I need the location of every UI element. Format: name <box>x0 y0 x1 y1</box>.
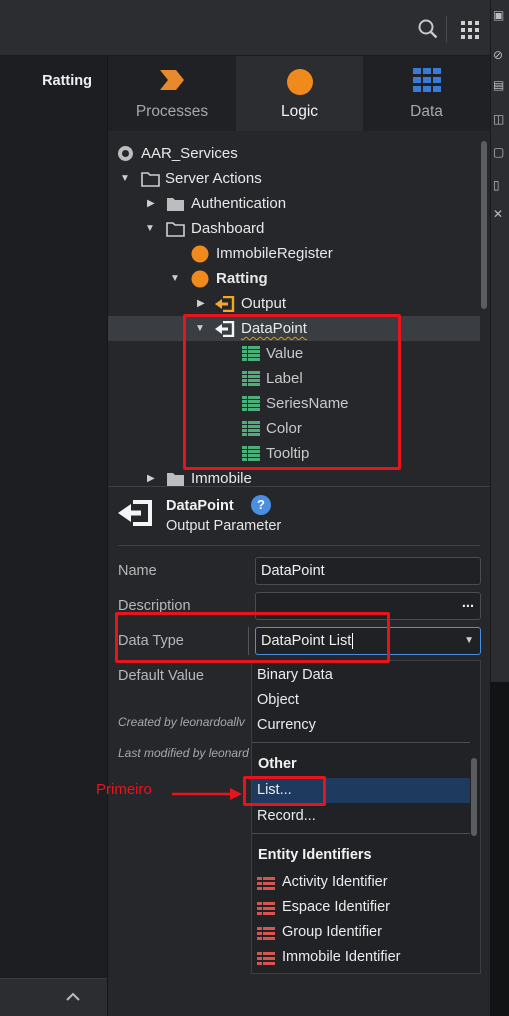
tree-item-immobileregister[interactable]: ImmobileRegister <box>108 241 480 266</box>
search-icon[interactable] <box>418 19 438 43</box>
chevron-down-icon[interactable]: ▼ <box>464 628 474 654</box>
toolbar-divider <box>446 16 447 42</box>
dropdown-separator <box>252 742 470 743</box>
tab-logic[interactable]: Logic <box>236 56 363 131</box>
close-icon[interactable]: ✕ <box>493 207 507 221</box>
description-expand-button[interactable]: ... <box>462 590 474 616</box>
entity-identifier-icon <box>257 900 275 925</box>
tab-logic-label: Logic <box>280 103 319 120</box>
modified-by-text: Last modified by leonard <box>118 746 249 760</box>
dropdown-option-list[interactable]: List... <box>252 778 470 803</box>
processes-icon <box>158 68 186 96</box>
tree-item-seriesname[interactable]: SeriesName <box>108 391 480 416</box>
data-icon <box>412 68 441 96</box>
layers-icon[interactable]: ◫ <box>493 112 507 126</box>
tree-scrollbar[interactable] <box>481 141 487 309</box>
tab-processes[interactable]: Processes <box>108 56 236 131</box>
name-field[interactable]: DataPoint <box>255 557 481 585</box>
grid-icon[interactable] <box>461 21 479 43</box>
doc-icon[interactable]: ▤ <box>493 78 507 92</box>
tree-item-label[interactable]: Label <box>108 366 480 391</box>
properties-title: DataPoint <box>166 498 234 514</box>
caret-right-icon[interactable]: ▶ <box>197 291 209 316</box>
tree-item-color[interactable]: Color <box>108 416 480 441</box>
properties-divider <box>118 545 480 546</box>
dropdown-scrollbar[interactable] <box>471 758 477 836</box>
entity-identifier-icon <box>257 875 275 900</box>
logic-tree: AAR_Services ▼ Server Actions ▶ Authenti… <box>108 141 490 487</box>
tree-item-authentication[interactable]: ▶ Authentication <box>108 191 480 216</box>
left-panel: Ratting <box>0 56 108 1016</box>
field-splitter <box>248 627 249 655</box>
left-panel-title: Ratting <box>42 73 92 89</box>
copy-icon[interactable]: ▯ <box>493 178 507 192</box>
datatype-label: Data Type <box>118 633 184 649</box>
tab-data[interactable]: Data <box>363 56 490 131</box>
description-label: Description <box>118 598 191 614</box>
caret-down-icon[interactable]: ▼ <box>120 166 132 191</box>
elements-pane: Processes Logic Data AAR_Services ▼ Serv… <box>108 56 490 1016</box>
tab-data-label: Data <box>410 103 443 120</box>
tab-processes-label: Processes <box>135 103 209 120</box>
dropdown-option[interactable]: Binary Data <box>252 663 470 688</box>
help-icon[interactable]: ? <box>251 495 271 515</box>
tree-item-output[interactable]: ▶ Output <box>108 291 480 316</box>
caret-right-icon[interactable]: ▶ <box>147 191 159 216</box>
logic-icon <box>286 68 314 100</box>
caret-down-icon[interactable]: ▼ <box>195 316 207 341</box>
entity-identifier-icon <box>257 925 275 950</box>
dropdown-option-record[interactable]: Record... <box>252 804 470 829</box>
dropdown-group-other: Other <box>258 756 297 772</box>
output-parameter-icon <box>118 499 154 531</box>
tree-item-value[interactable]: Value <box>108 341 480 366</box>
datatype-value: DataPoint List <box>261 633 352 649</box>
tree-item-server-actions[interactable]: ▼ Server Actions <box>108 166 480 191</box>
panel-icon[interactable]: ▣ <box>493 8 507 22</box>
left-panel-bottom-bar <box>0 978 107 1016</box>
dropdown-option[interactable]: Currency <box>252 713 470 738</box>
datatype-select[interactable]: DataPoint List ▼ <box>255 627 481 655</box>
tree-item-module[interactable]: AAR_Services <box>108 141 480 166</box>
name-label: Name <box>118 563 157 579</box>
name-field-value: DataPoint <box>261 563 325 579</box>
caret-down-icon[interactable]: ▼ <box>145 216 157 241</box>
right-tool-strip: ▣ ⊘ ▤ ◫ ▢ ▯ ✕ <box>490 0 509 682</box>
chevron-up-icon[interactable] <box>66 990 80 1006</box>
tree-item-tooltip[interactable]: Tooltip <box>108 441 480 466</box>
dropdown-separator <box>252 833 470 834</box>
tree-item-dashboard[interactable]: ▼ Dashboard <box>108 216 480 241</box>
tree-item-datapoint[interactable]: ▼ DataPoint <box>108 316 480 341</box>
caret-down-icon[interactable]: ▼ <box>170 266 182 291</box>
link-icon[interactable]: ⊘ <box>493 48 507 62</box>
top-toolbar <box>0 0 490 56</box>
dropdown-group-entity-identifiers: Entity Identifiers <box>258 847 372 863</box>
datatype-dropdown: Binary Data Object Currency Other List..… <box>251 660 481 974</box>
tab-bar: Processes Logic Data <box>108 56 490 131</box>
description-field[interactable]: ... <box>255 592 481 620</box>
annotation-arrow-icon <box>172 788 242 800</box>
annotation-label: Primeiro <box>96 781 152 798</box>
created-by-text: Created by leonardoallv <box>118 715 245 729</box>
page-icon[interactable]: ▢ <box>493 145 507 159</box>
properties-subtitle: Output Parameter <box>166 518 282 534</box>
dropdown-option[interactable]: Object <box>252 688 470 713</box>
right-strip-bottom <box>490 682 509 1016</box>
tree-item-ratting[interactable]: ▼ Ratting <box>108 266 480 291</box>
entity-identifier-icon <box>257 950 275 973</box>
default-value-label: Default Value <box>118 668 204 684</box>
